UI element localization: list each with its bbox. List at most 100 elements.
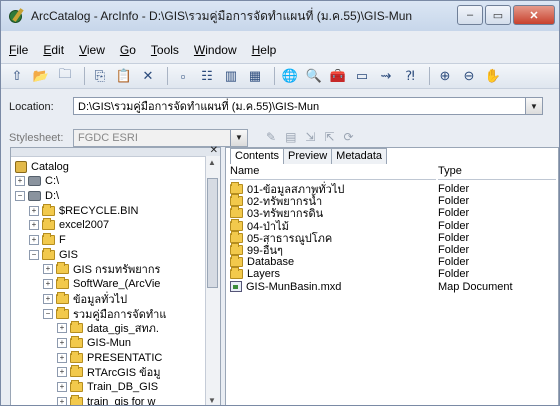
menu-file[interactable]: File [1, 41, 35, 59]
search-icon[interactable]: 🔍 [304, 66, 324, 86]
close-icon[interactable]: ✕ [210, 145, 218, 156]
menu-edit[interactable]: Edit [35, 41, 71, 59]
list-item[interactable]: Layers [230, 267, 280, 280]
model-builder-icon[interactable]: ⇝ [376, 66, 396, 86]
catalog-tree[interactable]: ✕ Catalog + C:\ − D:\ + $RECYCLE.BIN + excel2007… [10, 145, 221, 405]
collapse-icon[interactable]: − [15, 190, 25, 201]
view-tabs: Contents Preview Metadata [230, 148, 388, 164]
up-level-icon[interactable]: ⇧ [7, 66, 27, 86]
scroll-down-icon[interactable]: ▼ [208, 396, 216, 405]
tree-item[interactable]: + GIS กรมทรัพยากร [43, 262, 160, 276]
maximize-button[interactable]: ▭ [485, 5, 511, 25]
expand-icon[interactable]: + [43, 279, 53, 290]
tab-contents[interactable]: Contents [230, 148, 285, 164]
expand-icon[interactable]: + [15, 176, 25, 187]
tree-item[interactable]: − D:\ [15, 189, 59, 202]
expand-icon[interactable]: + [29, 205, 39, 216]
zoom-out-icon[interactable]: ⊖ [459, 66, 479, 86]
expand-icon[interactable]: + [43, 264, 53, 275]
minimize-button[interactable]: – [457, 5, 483, 25]
expand-icon[interactable]: + [29, 235, 39, 245]
whats-this-icon[interactable]: ⁈ [400, 66, 420, 86]
tree-item[interactable]: − รวมคู่มือการจัดทำแ [43, 306, 166, 321]
zoom-in-icon[interactable]: ⊕ [435, 66, 455, 86]
edit-metadata-icon[interactable]: ✎ [266, 130, 276, 144]
menu-window[interactable]: Window [186, 41, 244, 59]
chevron-down-icon[interactable]: ▼ [525, 98, 542, 114]
stylesheet-combobox[interactable]: FGDC ESRI ▼ [73, 129, 248, 147]
import-metadata-icon[interactable]: ⇲ [305, 130, 315, 144]
tree-item[interactable]: + Train_DB_GIS [57, 380, 158, 394]
list-item[interactable]: GIS-MunBasin.mxd [230, 281, 341, 293]
title-bar[interactable]: ArcCatalog - ArcInfo - D:\GIS\รวมคู่มือก… [1, 1, 559, 31]
expand-icon[interactable]: + [57, 382, 67, 392]
menu-go[interactable]: Go [112, 41, 143, 59]
paste-icon[interactable]: 📋 [114, 66, 134, 86]
arctoolbox-icon[interactable]: 🧰 [328, 66, 348, 86]
expand-icon[interactable]: + [43, 293, 53, 304]
tree-item[interactable]: + SoftWare_(ArcVie [43, 277, 161, 291]
chevron-down-icon[interactable]: ▼ [230, 130, 247, 146]
folder-icon [42, 233, 55, 245]
details-icon[interactable]: ▥ [221, 66, 241, 86]
expand-icon[interactable]: + [57, 367, 67, 378]
tree-item[interactable]: Catalog [15, 160, 69, 173]
expand-icon[interactable]: + [57, 323, 67, 334]
tree-item-label: GIS [59, 248, 78, 261]
close-button[interactable]: ✕ [513, 5, 555, 25]
location-combobox[interactable]: D:\GIS\รวมคู่มือการจัดทำแผนที่ (ม.ค.55)\… [73, 97, 543, 115]
menu-view[interactable]: View [71, 41, 112, 59]
launch-arcmap-icon[interactable]: 🌐 [280, 66, 300, 86]
scroll-up-icon[interactable]: ▲ [208, 158, 216, 167]
tree-item[interactable]: + C:\ [15, 175, 59, 188]
item-type: Folder [438, 244, 470, 256]
tree-item[interactable]: − GIS [29, 247, 78, 261]
expand-icon[interactable]: + [57, 396, 67, 405]
folder-icon [56, 291, 69, 304]
collapse-icon[interactable]: − [29, 249, 39, 260]
folder-icon [230, 230, 243, 243]
large-icons-icon[interactable]: ▫ [173, 66, 193, 86]
connect-folder-icon[interactable]: 📂 [31, 66, 51, 86]
list-icon[interactable]: ☷ [197, 66, 217, 86]
tab-metadata[interactable]: Metadata [331, 148, 388, 164]
export-metadata-icon[interactable]: ⇱ [324, 130, 334, 144]
arccatalog-app-icon[interactable] [9, 8, 25, 24]
tree-item[interactable]: + RTArcGIS ข้อมู [57, 365, 161, 379]
list-item[interactable]: 99-อื่นๆ [230, 243, 283, 257]
tree-item[interactable]: + excel2007 [29, 218, 110, 232]
command-line-icon[interactable]: ▭ [352, 66, 372, 86]
folder-icon [230, 243, 243, 255]
tab-preview[interactable]: Preview [283, 148, 333, 164]
expand-icon[interactable]: + [57, 337, 67, 348]
create-update-metadata-icon[interactable]: ⟳ [344, 130, 354, 144]
column-header-name[interactable]: Name [230, 165, 436, 180]
scroll-thumb[interactable] [207, 178, 218, 288]
metadata-properties-icon[interactable]: ▤ [285, 130, 296, 144]
expand-icon[interactable]: + [57, 352, 67, 363]
column-header-type[interactable]: Type [438, 165, 556, 180]
folder-icon [70, 394, 83, 405]
list-item[interactable]: Database [230, 255, 294, 268]
collapse-icon[interactable]: − [43, 308, 53, 319]
delete-icon[interactable]: ✕ [138, 66, 158, 86]
tree-item[interactable]: + PRESENTATIC [57, 350, 162, 364]
tree-item[interactable]: + GIS-Mun [57, 335, 131, 349]
tree-scrollbar[interactable]: ▲ ▼ [205, 156, 220, 405]
tree-item-label: excel2007 [59, 219, 110, 232]
tree-item[interactable]: + ข้อมูลทั่วไป [43, 291, 127, 306]
metadata-tools: ✎ ▤ ⇲ ⇱ ⟳ [266, 130, 354, 144]
tree-item[interactable]: + $RECYCLE.BIN [29, 203, 138, 217]
copy-icon[interactable]: ⎘ [90, 66, 110, 86]
disconnect-folder-icon[interactable]: 🗀 [55, 66, 75, 86]
tree-item[interactable]: + data_gis_สทภ. [57, 321, 159, 335]
pan-icon[interactable]: ✋ [483, 66, 503, 86]
menu-tools[interactable]: Tools [143, 41, 186, 59]
tree-item-label: SoftWare_(ArcVie [73, 278, 161, 291]
expand-icon[interactable]: + [29, 220, 39, 231]
tree-item[interactable]: + train_gis for w [57, 394, 155, 405]
catalog-icon [15, 160, 27, 173]
tree-item[interactable]: + F [29, 233, 66, 247]
menu-help[interactable]: Help [244, 41, 284, 59]
thumbnails-icon[interactable]: ▦ [245, 66, 265, 86]
